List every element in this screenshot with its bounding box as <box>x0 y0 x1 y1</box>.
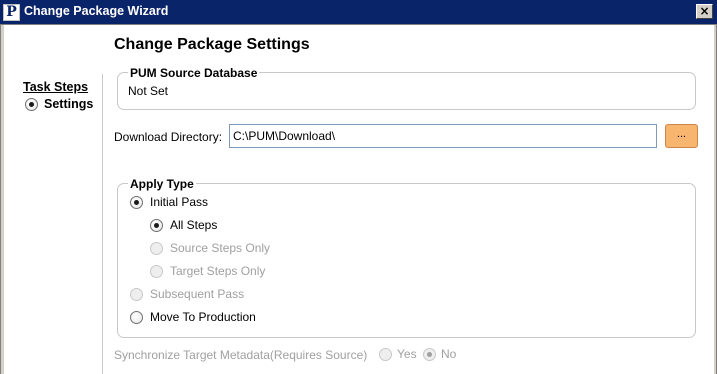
step-item-settings[interactable]: Settings <box>25 97 93 111</box>
target-steps-only-radio[interactable]: Target Steps Only <box>150 264 265 278</box>
initial-pass-label: Initial Pass <box>150 195 209 209</box>
download-directory-input[interactable] <box>229 124 657 148</box>
sync-yes-radio-icon[interactable] <box>379 347 392 361</box>
source-database-legend: PUM Source Database <box>128 66 260 80</box>
download-directory-field[interactable] <box>233 129 653 143</box>
move-to-production-radio[interactable]: Move To Production <box>130 310 256 324</box>
sync-no-radio[interactable]: No <box>423 347 456 361</box>
download-directory-label: Download Directory: <box>114 130 223 144</box>
synchronize-label: Synchronize Target Metadata(Requires Sou… <box>114 348 368 362</box>
target-steps-only-label: Target Steps Only <box>170 264 266 278</box>
page-title: Change Package Settings <box>114 36 310 53</box>
move-to-production-label: Move To Production <box>150 310 256 324</box>
task-steps-heading: Task Steps <box>23 80 89 94</box>
all-steps-label: All Steps <box>170 218 218 232</box>
initial-pass-radio[interactable]: Initial Pass <box>130 195 208 209</box>
app-icon: P <box>3 4 20 21</box>
window-frame-left <box>0 25 4 374</box>
all-steps-radio-icon[interactable] <box>150 218 163 232</box>
all-steps-radio[interactable]: All Steps <box>150 218 217 232</box>
subsequent-pass-radio-icon[interactable] <box>130 287 143 301</box>
move-to-production-radio-icon[interactable] <box>130 310 143 324</box>
apply-type-legend: Apply Type <box>128 177 196 191</box>
sync-yes-label: Yes <box>397 347 417 361</box>
initial-pass-radio-icon[interactable] <box>130 195 143 209</box>
sync-no-radio-icon[interactable] <box>423 347 436 361</box>
subsequent-pass-radio[interactable]: Subsequent Pass <box>130 287 244 301</box>
sync-no-label: No <box>441 347 457 361</box>
step-item-label: Settings <box>44 97 94 111</box>
steps-divider <box>102 74 103 374</box>
sync-yes-radio[interactable]: Yes <box>379 347 417 361</box>
source-steps-only-radio-icon[interactable] <box>150 241 163 255</box>
browse-button[interactable]: ... <box>665 124 698 148</box>
target-steps-only-radio-icon[interactable] <box>150 264 163 278</box>
source-steps-only-label: Source Steps Only <box>170 241 271 255</box>
close-icon[interactable]: × <box>696 4 713 19</box>
step-selected-icon <box>25 97 38 111</box>
title-bar: P Change Package Wizard × <box>0 0 717 25</box>
window-title: Change Package Wizard <box>24 4 169 18</box>
source-steps-only-radio[interactable]: Source Steps Only <box>150 241 270 255</box>
source-database-value: Not Set <box>128 84 169 98</box>
subsequent-pass-label: Subsequent Pass <box>150 287 245 301</box>
